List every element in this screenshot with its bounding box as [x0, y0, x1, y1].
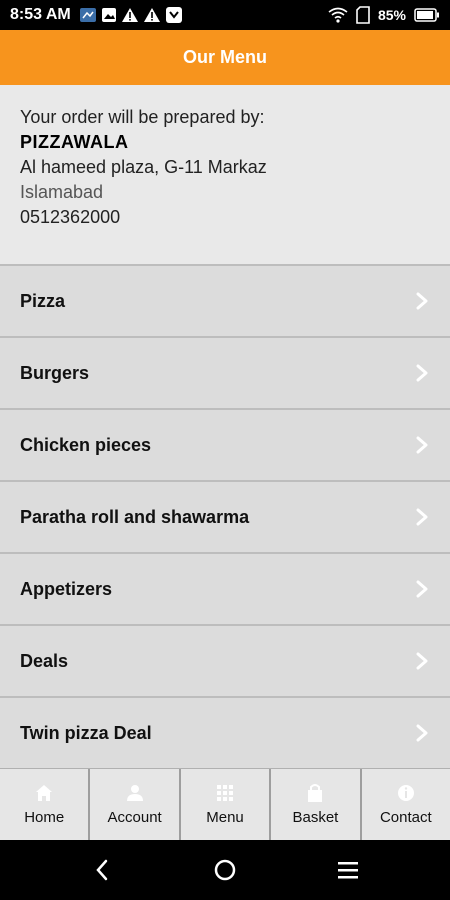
prepared-by-label: Your order will be prepared by:	[20, 107, 265, 127]
menu-list: Pizza Burgers Chicken pieces Paratha rol…	[0, 266, 450, 768]
warning-icon	[121, 7, 139, 23]
home-nav-button[interactable]	[205, 850, 245, 890]
back-button[interactable]	[82, 850, 122, 890]
notification-icons	[79, 6, 183, 24]
bottom-tab-bar: Home Account Menu Basket Contact	[0, 768, 450, 840]
menu-item-deals[interactable]: Deals	[0, 626, 450, 698]
tab-contact[interactable]: Contact	[362, 769, 450, 840]
basket-icon	[306, 783, 324, 803]
tab-label: Account	[107, 809, 162, 826]
menu-item-chicken-pieces[interactable]: Chicken pieces	[0, 410, 450, 482]
menu-item-paratha-roll[interactable]: Paratha roll and shawarma	[0, 482, 450, 554]
menu-item-twin-pizza-deal[interactable]: Twin pizza Deal	[0, 698, 450, 768]
warning-icon	[143, 7, 161, 23]
menu-item-label: Burgers	[20, 362, 90, 383]
menu-item-appetizers[interactable]: Appetizers	[0, 554, 450, 626]
menu-item-pizza[interactable]: Pizza	[0, 266, 450, 338]
chevron-right-icon	[414, 291, 430, 311]
tab-basket[interactable]: Basket	[271, 769, 362, 840]
info-icon	[397, 783, 415, 803]
menu-item-label: Deals	[20, 650, 69, 671]
wifi-icon	[328, 7, 348, 23]
page-title: Our Menu	[183, 47, 267, 67]
menu-item-label: Twin pizza Deal	[20, 722, 152, 743]
shield-icon	[165, 6, 183, 24]
restaurant-info: Your order will be prepared by: PIZZAWAL…	[0, 85, 450, 266]
tab-label: Menu	[206, 809, 244, 826]
status-time: 8:53 AM	[10, 6, 71, 23]
chevron-right-icon	[414, 507, 430, 527]
app-notification-icon	[79, 7, 97, 23]
chevron-right-icon	[414, 723, 430, 743]
restaurant-name: PIZZAWALA	[20, 132, 129, 152]
menu-item-label: Paratha roll and shawarma	[20, 506, 250, 527]
tab-account[interactable]: Account	[90, 769, 181, 840]
menu-item-burgers[interactable]: Burgers	[0, 338, 450, 410]
status-bar: 8:53 AM 85%	[0, 0, 450, 30]
menu-item-label: Appetizers	[20, 578, 113, 599]
image-icon	[101, 7, 117, 23]
tab-home[interactable]: Home	[0, 769, 91, 840]
app-header: Our Menu	[0, 30, 450, 85]
chevron-right-icon	[414, 435, 430, 455]
battery-percent: 85%	[377, 7, 406, 23]
chevron-right-icon	[414, 651, 430, 671]
home-icon	[35, 783, 53, 803]
tab-label: Home	[24, 809, 65, 826]
tab-menu[interactable]: Menu	[181, 769, 272, 840]
menu-item-label: Chicken pieces	[20, 434, 152, 455]
menu-item-label: Pizza	[20, 290, 66, 311]
restaurant-address: Al hameed plaza, G-11 Markaz	[20, 157, 267, 177]
tab-label: Basket	[292, 809, 339, 826]
system-icons: 85%	[328, 6, 440, 24]
battery-icon	[414, 8, 440, 22]
recents-button[interactable]	[328, 850, 368, 890]
user-icon	[126, 783, 144, 803]
restaurant-phone: 0512362000	[20, 207, 121, 227]
tab-label: Contact	[379, 809, 432, 826]
chevron-right-icon	[414, 363, 430, 383]
chevron-right-icon	[414, 579, 430, 599]
system-nav-bar	[0, 840, 450, 900]
sim-icon	[356, 6, 370, 24]
grid-icon	[216, 783, 234, 803]
restaurant-city: Islamabad	[20, 182, 104, 202]
